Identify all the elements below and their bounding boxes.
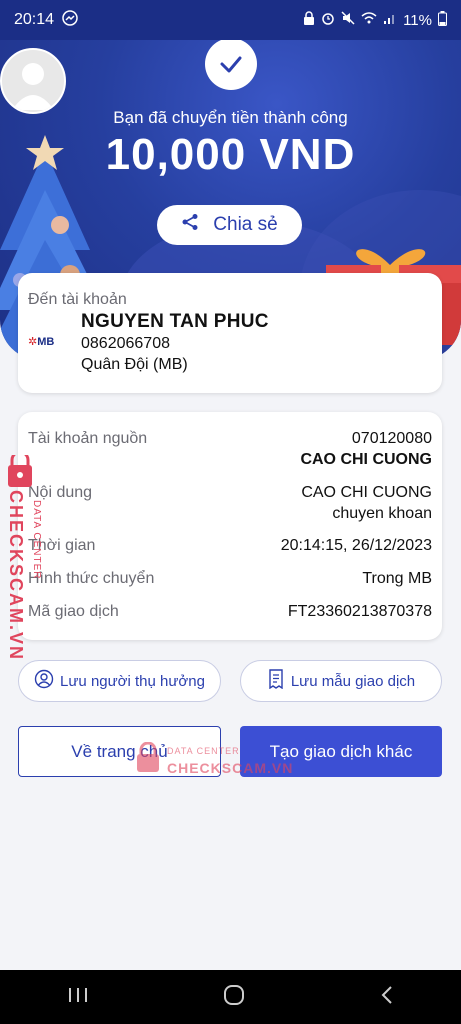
user-avatar[interactable]	[0, 48, 66, 114]
status-bar: 20:14 11%	[0, 0, 461, 40]
battery-percent: 11%	[403, 11, 432, 29]
content-row: Nội dung CAO CHI CUONG chuyen khoan	[28, 484, 432, 523]
share-button[interactable]: Chia sẻ	[157, 205, 302, 245]
time-value: 20:14:15, 26/12/2023	[280, 537, 432, 554]
method-row: Hình thức chuyển Trong MB	[28, 570, 432, 588]
mute-icon	[341, 11, 355, 29]
home-nav-icon[interactable]	[223, 984, 245, 1011]
transaction-id-value: FT23360213870378	[287, 603, 432, 620]
battery-icon	[438, 10, 447, 30]
content-line-2: chuyen khoan	[332, 505, 432, 522]
transaction-details-card: Tài khoản nguồn 070120080 CAO CHI CUONG …	[18, 412, 442, 640]
status-time: 20:14	[14, 11, 55, 28]
system-navigation-bar	[0, 970, 461, 1024]
save-beneficiary-label: Lưu người thụ hưởng	[60, 672, 205, 690]
recipient-account: 0862066708	[81, 335, 170, 352]
mb-bank-logo-text: MB	[37, 336, 55, 348]
content-line-1: CAO CHI CUONG	[301, 484, 432, 501]
watermark-brand-vertical: CHECKSCAM.VN	[6, 490, 26, 662]
recipient-name: NGUYEN TAN PHUC	[81, 311, 269, 332]
success-check-icon	[205, 38, 257, 90]
watermark-brand: CHECKSCAM.VN	[167, 760, 294, 776]
share-label: Chia sẻ	[213, 214, 278, 235]
transaction-id-row: Mã giao dịch FT23360213870378	[28, 603, 432, 621]
mb-bank-logo: ✲MB	[28, 336, 55, 348]
recent-apps-icon[interactable]	[67, 986, 89, 1009]
source-account-row: Tài khoản nguồn 070120080 CAO CHI CUONG	[28, 430, 432, 469]
back-icon[interactable]	[380, 985, 394, 1010]
checkscam-watermark-text: CHECKSCAM.VN DATA CENTER	[2, 490, 42, 661]
recipient-title: Đến tài khoản	[28, 291, 127, 308]
source-account-name: CAO CHI CUONG	[300, 451, 432, 468]
watermark-datacenter: DATA CENTER	[167, 746, 240, 756]
save-template-button[interactable]: Lưu mẫu giao dịch	[240, 660, 442, 702]
watermark-datacenter-vertical: DATA CENTER	[31, 500, 42, 580]
method-value: Trong MB	[362, 570, 432, 587]
transfer-amount: 10,000 VND	[105, 130, 356, 179]
recipient-bank: Quân Đội (MB)	[81, 356, 188, 373]
user-circle-icon	[34, 669, 54, 693]
wifi-icon	[361, 11, 377, 29]
alarm-icon	[321, 11, 335, 29]
checkscam-watermark-center: DATA CENTER CHECKSCAM.VN	[135, 740, 295, 780]
receipt-icon	[267, 669, 285, 693]
success-message: Bạn đã chuyển tiền thành công	[113, 108, 348, 127]
source-account-number: 070120080	[351, 430, 432, 447]
lock-icon	[303, 11, 315, 29]
time-row: Thời gian 20:14:15, 26/12/2023	[28, 537, 432, 555]
recipient-card: Đến tài khoản ✲MB NGUYEN TAN PHUC 086206…	[18, 273, 442, 393]
save-beneficiary-button[interactable]: Lưu người thụ hưởng	[18, 660, 221, 702]
messenger-icon	[62, 9, 78, 31]
signal-icon	[383, 11, 397, 29]
save-template-label: Lưu mẫu giao dịch	[290, 672, 416, 690]
share-icon	[181, 213, 199, 237]
